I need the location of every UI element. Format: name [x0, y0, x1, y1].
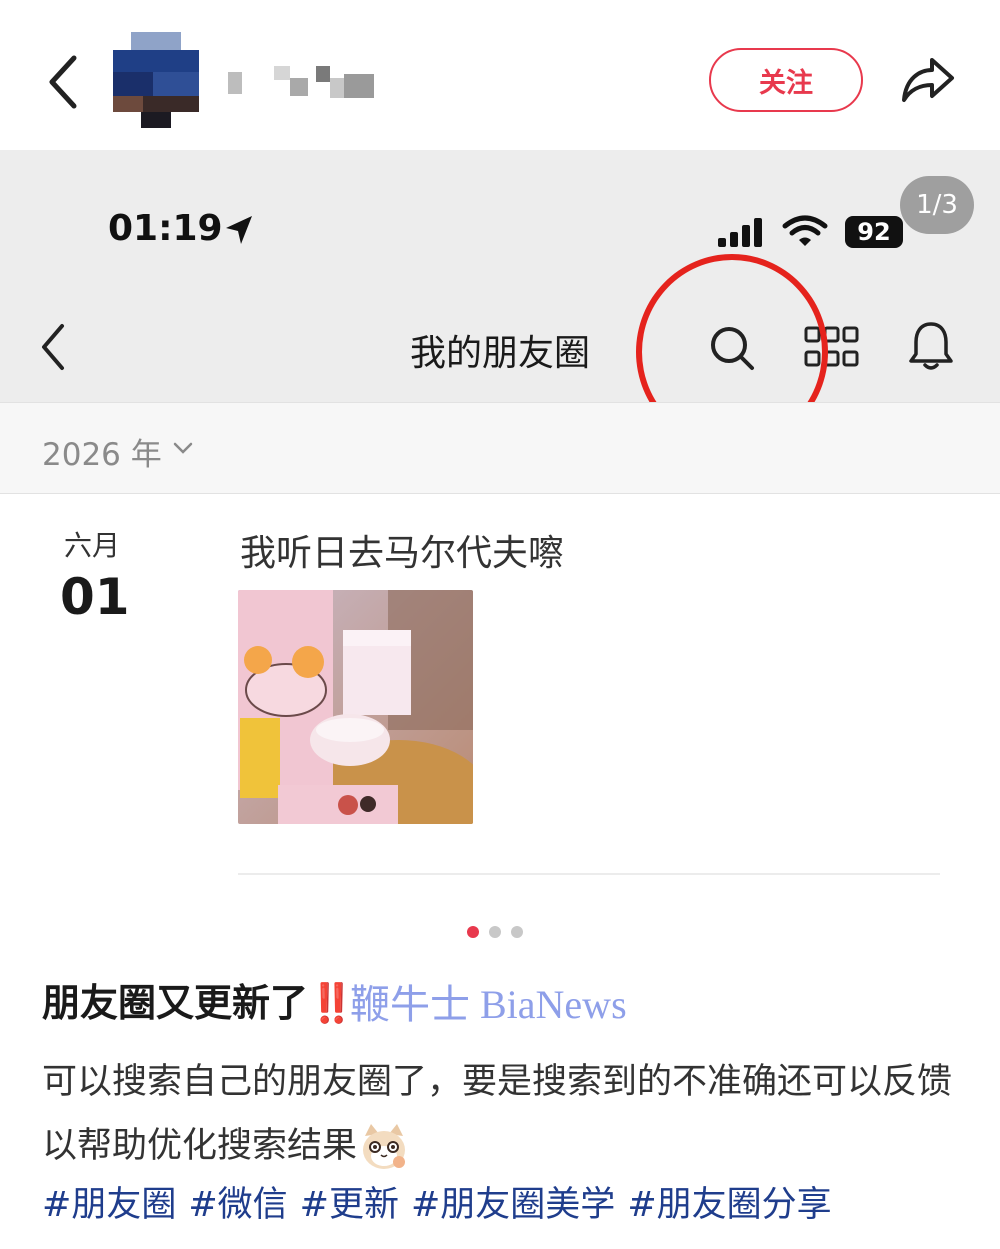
image-page-indicator: 1/3 [900, 176, 974, 234]
location-arrow-icon [222, 212, 256, 248]
cellular-signal-icon [716, 216, 766, 248]
share-icon[interactable] [898, 52, 958, 108]
pager-dot[interactable] [489, 926, 501, 938]
watermark: 鞭牛士 BiaNews [350, 982, 627, 1027]
image-pager [467, 926, 527, 938]
hashtag-link[interactable]: #朋友圈美学 [411, 1185, 615, 1225]
year-filter-label: 2026 年 [42, 437, 162, 473]
hashtag-list: #朋友圈 #微信 #更新 #朋友圈美学 #朋友圈分享 [42, 1176, 844, 1227]
exclamation-icon: ‼️ [308, 981, 356, 1025]
post-title-text: 朋友圈又更新了 [42, 981, 309, 1025]
moment-photo[interactable] [238, 590, 473, 824]
pager-dot-active[interactable] [467, 926, 479, 938]
hashtag-link[interactable]: #朋友圈分享 [627, 1185, 831, 1225]
hashtag-link[interactable]: #朋友圈 [42, 1185, 176, 1225]
chevron-down-icon [172, 437, 194, 459]
hashtag-link[interactable]: #更新 [300, 1185, 399, 1225]
battery-indicator: 92 [845, 216, 903, 248]
back-icon[interactable] [44, 52, 84, 112]
follow-button[interactable]: 关注 [709, 48, 863, 112]
author-avatar[interactable] [113, 32, 199, 128]
wifi-icon [782, 214, 828, 248]
divider [238, 873, 940, 875]
pager-dot[interactable] [511, 926, 523, 938]
author-name-redacted [228, 66, 374, 100]
moment-text: 我听日去马尔代夫嚓 [240, 533, 565, 574]
post-image-screenshot[interactable]: 01:19 92 1/3 我的朋友圈 2026 年 六月 01 我听日去马尔代夫… [0, 150, 1000, 875]
post-day: 01 [60, 568, 130, 626]
status-time: 01:19 [108, 208, 223, 249]
post-body: 可以搜索自己的朋友圈了，要是搜索到的不准确还可以反馈以帮助优化搜索结果 [42, 1050, 962, 1178]
post-body-text: 可以搜索自己的朋友圈了，要是搜索到的不准确还可以反馈以帮助优化搜索结果 [42, 1062, 953, 1166]
post-month: 六月 [64, 529, 121, 562]
cat-emoji-icon [359, 1122, 409, 1172]
bell-icon[interactable] [908, 320, 954, 372]
year-filter[interactable]: 2026 年 [0, 402, 1000, 494]
hashtag-link[interactable]: #微信 [188, 1185, 287, 1225]
post-title: 朋友圈又更新了‼️ [42, 972, 355, 1027]
